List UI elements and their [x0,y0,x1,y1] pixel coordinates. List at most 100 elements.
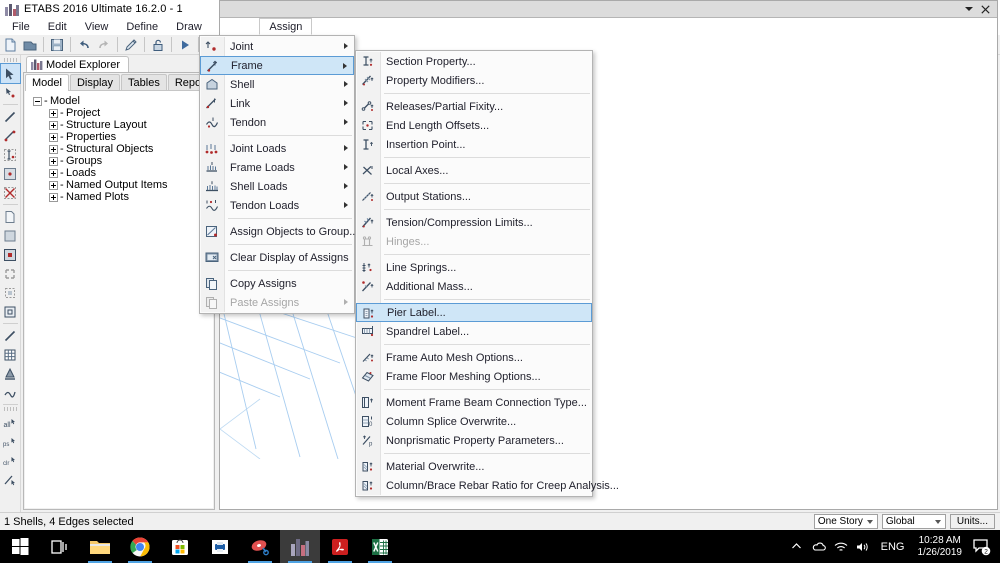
draw-tendon-icon[interactable] [1,383,20,402]
draw-ramp-icon[interactable] [1,302,20,321]
menu-item-section-property[interactable]: Section Property... [356,52,592,71]
draw-frame-icon[interactable] [1,126,20,145]
menu-item-column-splice-overwrite[interactable]: 0 Column Splice Overwrite... [356,412,592,431]
menu-item-frame[interactable]: Frame [200,56,354,75]
tree-item-properties[interactable]: - Properties [29,131,211,143]
menu-item-additional-mass[interactable]: Additional Mass... [356,277,592,296]
lock-icon[interactable] [149,36,168,54]
menu-item-frame-loads[interactable]: Frame Loads [200,158,354,177]
start-button[interactable] [0,530,40,563]
menu-item-frame-auto-mesh-options[interactable]: Frame Auto Mesh Options... [356,348,592,367]
select-all-objects-icon[interactable]: all [1,413,20,432]
printer-button[interactable] [200,530,240,563]
menu-item-frame-floor-meshing-options[interactable]: Frame Floor Meshing Options... [356,367,592,386]
tree-item-structure-layout[interactable]: - Structure Layout [29,119,211,131]
tree-item-named-output-items[interactable]: - Named Output Items [29,179,211,191]
menu-item-insertion-point[interactable]: Insertion Point... [356,135,592,154]
menu-item-copy-assigns[interactable]: Copy Assigns [200,274,354,293]
file-explorer-button[interactable] [80,530,120,563]
select-intersecting-line-icon[interactable] [1,470,20,489]
save-icon[interactable] [48,36,67,54]
toolbar-grip[interactable] [3,58,17,62]
show-hidden-icons-chevron-icon[interactable] [786,530,808,563]
menu-item-link[interactable]: Link [200,94,354,113]
draw-pen-icon[interactable] [122,36,141,54]
tab-display[interactable]: Display [69,74,121,90]
menu-item-pier-label[interactable]: Pier Label... [356,303,592,322]
menu-item-clear-display-of-assigns[interactable]: Clear Display of Assigns [200,248,354,267]
draw-floor-icon[interactable] [1,207,20,226]
new-model-icon[interactable] [1,36,20,54]
tree-item-structural-objects[interactable]: - Structural Objects [29,143,211,155]
undo-icon[interactable] [75,36,94,54]
wifi-icon[interactable] [830,530,852,563]
coordinate-system-select[interactable]: Global [881,514,946,529]
menu-file[interactable]: File [3,18,39,35]
menu-item-nonprismatic-property-parameters[interactable]: p Nonprismatic Property Parameters... [356,431,592,450]
draw-area-nodes-icon[interactable] [1,283,20,302]
draw-wall-icon[interactable] [1,226,20,245]
menu-item-output-stations[interactable]: Output Stations... [356,187,592,206]
view-window-close-icon[interactable] [977,2,993,17]
expand-icon[interactable] [49,180,58,190]
store-button[interactable] [160,530,200,563]
tab-model[interactable]: Model [25,74,69,91]
draw-opening-icon[interactable] [1,264,20,283]
expand-icon[interactable] [49,192,58,202]
menu-define[interactable]: Define [117,18,167,35]
menu-edit[interactable]: Edit [39,18,76,35]
tree-item-loads[interactable]: - Loads [29,167,211,179]
toolbar-grip-2[interactable] [3,407,17,411]
explorer-tab[interactable]: Model Explorer [26,56,129,72]
menu-item-spandrel-label[interactable]: Spandrel Label... [356,322,592,341]
menu-item-column-brace-rebar-ratio[interactable]: Column/Brace Rebar Ratio for Creep Analy… [356,476,619,495]
draw-column-icon[interactable] [1,145,20,164]
tree-item-named-plots[interactable]: - Named Plots [29,191,211,203]
expand-icon[interactable] [49,156,58,166]
excel-button[interactable] [360,530,400,563]
run-analysis-icon[interactable] [176,36,195,54]
onedrive-icon[interactable] [808,530,830,563]
expand-icon[interactable] [49,120,58,130]
tree-item-groups[interactable]: - Groups [29,155,211,167]
menu-item-joint[interactable]: Joint [200,37,354,56]
menu-item-paste-assigns[interactable]: Paste Assigns [200,293,354,312]
draw-rect-area-icon[interactable] [1,245,20,264]
expand-icon[interactable] [49,144,58,154]
expand-icon[interactable] [49,168,58,178]
task-view-button[interactable] [40,530,80,563]
notification-center-button[interactable]: 2 [968,530,996,563]
draw-point-icon[interactable] [1,83,20,102]
acrobat-button[interactable] [320,530,360,563]
menu-item-line-springs[interactable]: Line Springs... [356,258,592,277]
clear-selection-icon[interactable]: clr [1,451,20,470]
menu-item-local-axes[interactable]: Local Axes... [356,161,592,180]
menu-item-joint-loads[interactable]: Joint Loads [200,139,354,158]
menu-item-shell[interactable]: Shell [200,75,354,94]
menu-item-hinges[interactable]: Hinges... [356,232,592,251]
etabs-button[interactable] [280,530,320,563]
draw-brace-icon[interactable] [1,164,20,183]
chrome-button[interactable] [120,530,160,563]
units-button[interactable]: Units... [949,514,995,529]
tree-item-model[interactable]: - Model [29,95,211,107]
draw-line-icon[interactable] [1,107,20,126]
draw-dimension-icon[interactable] [1,364,20,383]
menu-item-assign-objects-to-group[interactable]: Assign Objects to Group... [200,222,358,241]
story-select[interactable]: One Story [813,514,878,529]
draw-link-icon[interactable] [1,326,20,345]
expand-icon[interactable] [49,108,58,118]
draw-grid-icon[interactable] [1,345,20,364]
menu-item-releases-partial-fixity[interactable]: Releases/Partial Fixity... [356,97,592,116]
menu-item-shell-loads[interactable]: Shell Loads [200,177,354,196]
language-indicator[interactable]: ENG [874,541,912,553]
menu-item-tendon[interactable]: Tendon [200,113,354,132]
menu-item-tendon-loads[interactable]: Tendon Loads [200,196,354,215]
select-pointer-icon[interactable] [0,63,21,84]
expand-icon[interactable] [49,132,58,142]
clock[interactable]: 10:28 AM 1/26/2019 [912,535,969,559]
menu-item-material-overwrite[interactable]: Material Overwrite... [356,457,592,476]
menu-view[interactable]: View [76,18,118,35]
select-previous-icon[interactable]: ps [1,432,20,451]
open-model-icon[interactable] [21,36,40,54]
